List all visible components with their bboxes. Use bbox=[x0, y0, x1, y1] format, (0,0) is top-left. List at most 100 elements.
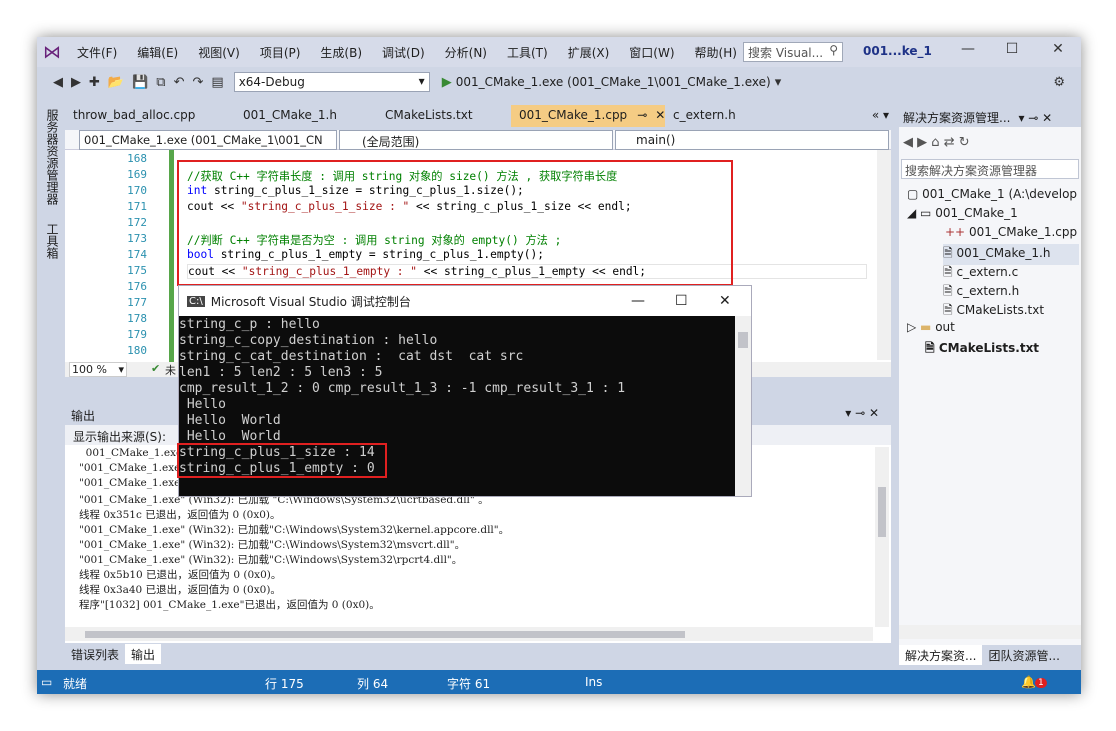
tree-file[interactable]: 🗎 c_extern.c bbox=[943, 263, 1018, 284]
tab-c-extern-h[interactable]: c_extern.h bbox=[665, 105, 744, 127]
back-icon[interactable]: ◀ bbox=[903, 135, 913, 150]
config-dropdown[interactable]: x64-Debug ▾ bbox=[233, 72, 430, 92]
member-dropdown[interactable]: main() bbox=[615, 130, 889, 150]
open-folder-icon[interactable]: 📂 bbox=[104, 75, 128, 90]
maximize-icon[interactable]: ☐ bbox=[675, 293, 688, 309]
menu-extensions[interactable]: 扩展(X) bbox=[558, 44, 620, 61]
folder-icon: ▬ bbox=[920, 320, 932, 334]
line-number: 171 bbox=[127, 200, 147, 213]
nav-back-icon[interactable]: ◀ bbox=[49, 75, 67, 90]
tree-file[interactable]: 🗎 CMakeLists.txt bbox=[925, 339, 1039, 360]
debug-console-window: C:\ Microsoft Visual Studio 调试控制台 — ☐ ✕ … bbox=[177, 285, 752, 497]
close-tab-icon[interactable]: ✕ bbox=[655, 108, 665, 122]
server-explorer-tab[interactable]: 服务器资源管理器 bbox=[37, 105, 68, 209]
scrollbar-thumb[interactable] bbox=[738, 332, 748, 348]
run-target-dropdown-icon[interactable]: ▾ bbox=[771, 75, 786, 90]
home-icon[interactable]: ⌂ bbox=[931, 135, 939, 150]
output-vscrollbar[interactable] bbox=[875, 447, 889, 627]
text-file-icon: 🗎 bbox=[943, 303, 953, 317]
panel-pin-icon[interactable]: ▾ ⊸ ✕ bbox=[1018, 111, 1052, 125]
tree-file[interactable]: ++ 001_CMake_1.cpp bbox=[945, 225, 1077, 239]
menu-window[interactable]: 窗口(W) bbox=[619, 44, 684, 61]
tab-output[interactable]: 输出 bbox=[125, 644, 162, 664]
project-dropdown[interactable]: 001_CMake_1.exe (001_CMake_1\001_CN bbox=[79, 130, 337, 150]
scrollbar-thumb[interactable] bbox=[85, 631, 685, 638]
status-mode: Ins bbox=[585, 675, 603, 689]
explorer-hscrollbar[interactable] bbox=[899, 625, 1081, 639]
vs-logo-icon[interactable]: ⋈ bbox=[37, 37, 67, 67]
minimize-icon[interactable]: — bbox=[953, 41, 983, 61]
line-number: 176 bbox=[127, 280, 147, 293]
tab-throw-bad-alloc[interactable]: throw_bad_alloc.cpp bbox=[65, 105, 235, 127]
status-row: 行 175 bbox=[265, 677, 304, 691]
solution-config-icon[interactable]: ▤ bbox=[207, 75, 227, 90]
editor-vscrollbar[interactable] bbox=[877, 150, 891, 360]
tab-error-list[interactable]: 错误列表 bbox=[65, 644, 125, 664]
change-indicator-bar bbox=[169, 150, 174, 365]
search-input[interactable]: 搜索 Visual... ⚲ bbox=[743, 42, 843, 62]
menu-tools[interactable]: 工具(T) bbox=[497, 44, 558, 61]
output-hscrollbar[interactable] bbox=[65, 627, 873, 641]
nav-forward-icon[interactable]: ▶ bbox=[67, 75, 85, 90]
save-icon[interactable]: 💾 bbox=[128, 75, 152, 90]
explorer-header: 解决方案资源管理... ▾ ⊸ ✕ bbox=[899, 105, 1081, 127]
tree-file[interactable]: 🗎 c_extern.h bbox=[943, 282, 1019, 303]
scope-dropdown[interactable]: (全局范围) bbox=[339, 130, 613, 150]
toolbox-tab[interactable]: 工具箱 bbox=[37, 219, 68, 263]
menu-project[interactable]: 项目(P) bbox=[250, 44, 311, 61]
menu-file[interactable]: 文件(F) bbox=[67, 44, 127, 61]
tree-file[interactable]: 🗎 CMakeLists.txt bbox=[943, 301, 1044, 322]
menu-view[interactable]: 视图(V) bbox=[188, 44, 250, 61]
panel-pin-icon[interactable]: ▾ ⊸ ✕ bbox=[845, 406, 879, 420]
left-sidebar: 服务器资源管理器 工具箱 bbox=[37, 105, 65, 665]
search-placeholder: 搜索 Visual... bbox=[748, 46, 824, 60]
zoom-dropdown[interactable]: 100 % ▾ bbox=[69, 362, 127, 377]
start-debug-icon[interactable]: ▶ bbox=[438, 75, 456, 90]
menu-help[interactable]: 帮助(H) bbox=[685, 44, 747, 61]
maximize-icon[interactable]: ☐ bbox=[997, 41, 1027, 61]
close-icon[interactable]: ✕ bbox=[719, 293, 731, 309]
explorer-tabs: 解决方案资... 团队资源管... bbox=[899, 645, 1081, 665]
menu-edit[interactable]: 编辑(E) bbox=[127, 44, 188, 61]
line-number: 168 bbox=[127, 152, 147, 165]
close-icon[interactable]: ✕ bbox=[1043, 41, 1073, 61]
console-line: string_c_copy_destination : hello bbox=[179, 333, 438, 348]
tree-folder[interactable]: ▷ ▬ out bbox=[907, 320, 955, 334]
tree-file[interactable]: 🗎 001_CMake_1.h bbox=[943, 244, 1079, 265]
scope-value: (全局范围) bbox=[362, 135, 420, 149]
output-line: "001_CMake_1.exe" (Win32): 已加载"C:\Window… bbox=[79, 554, 463, 566]
notification-bell-icon[interactable]: 🔔 bbox=[1021, 675, 1036, 689]
tab-overflow-icon[interactable]: « ▾ bbox=[866, 105, 895, 127]
no-issues-icon[interactable]: ✔ bbox=[151, 362, 160, 375]
tree-root[interactable]: ▢ 001_CMake_1 (A:\develop bbox=[907, 187, 1077, 201]
scrollbar-thumb[interactable] bbox=[878, 487, 886, 537]
tab-cmakelists[interactable]: CMakeLists.txt bbox=[377, 105, 511, 127]
tab-cmake-h[interactable]: 001_CMake_1.h bbox=[235, 105, 377, 127]
console-title: Microsoft Visual Studio 调试控制台 bbox=[210, 294, 411, 309]
minimize-icon[interactable]: — bbox=[631, 293, 645, 309]
tab-team-explorer[interactable]: 团队资源管... bbox=[982, 645, 1065, 665]
save-all-icon[interactable]: ⧉ bbox=[152, 75, 169, 90]
menu-debug[interactable]: 调试(D) bbox=[372, 44, 435, 61]
menu-analyze[interactable]: 分析(N) bbox=[435, 44, 497, 61]
switch-view-icon[interactable]: ⇄ bbox=[944, 135, 955, 150]
toolbar-extra-icon[interactable]: ⚙ bbox=[1049, 75, 1069, 90]
forward-icon[interactable]: ▶ bbox=[917, 135, 927, 150]
tree-file-label: CMakeLists.txt bbox=[956, 303, 1045, 317]
tree-file-label: CMakeLists.txt bbox=[938, 341, 1040, 355]
search-icon: ⚲ bbox=[829, 43, 838, 57]
run-target-button[interactable]: 001_CMake_1.exe (001_CMake_1\001_CMake_1… bbox=[456, 75, 771, 89]
new-project-icon[interactable]: ✚ bbox=[85, 75, 104, 90]
tab-solution-explorer[interactable]: 解决方案资... bbox=[899, 645, 983, 665]
undo-icon[interactable]: ↶ bbox=[170, 75, 189, 90]
pin-icon[interactable]: ⊸ bbox=[637, 108, 647, 122]
console-vscrollbar[interactable] bbox=[735, 316, 751, 496]
sync-icon[interactable]: ↻ bbox=[959, 135, 970, 150]
cpp-file-icon: ++ bbox=[945, 225, 966, 239]
explorer-search-input[interactable]: 搜索解决方案资源管理器 bbox=[901, 159, 1079, 179]
redo-icon[interactable]: ↷ bbox=[188, 75, 207, 90]
navigation-bar: 001_CMake_1.exe (001_CMake_1\001_CN (全局范… bbox=[65, 130, 891, 150]
menu-build[interactable]: 生成(B) bbox=[310, 44, 372, 61]
tree-folder[interactable]: ◢ ▭ 001_CMake_1 bbox=[907, 206, 1018, 220]
tab-cmake-cpp[interactable]: 001_CMake_1.cpp ⊸ ✕ bbox=[511, 105, 665, 127]
